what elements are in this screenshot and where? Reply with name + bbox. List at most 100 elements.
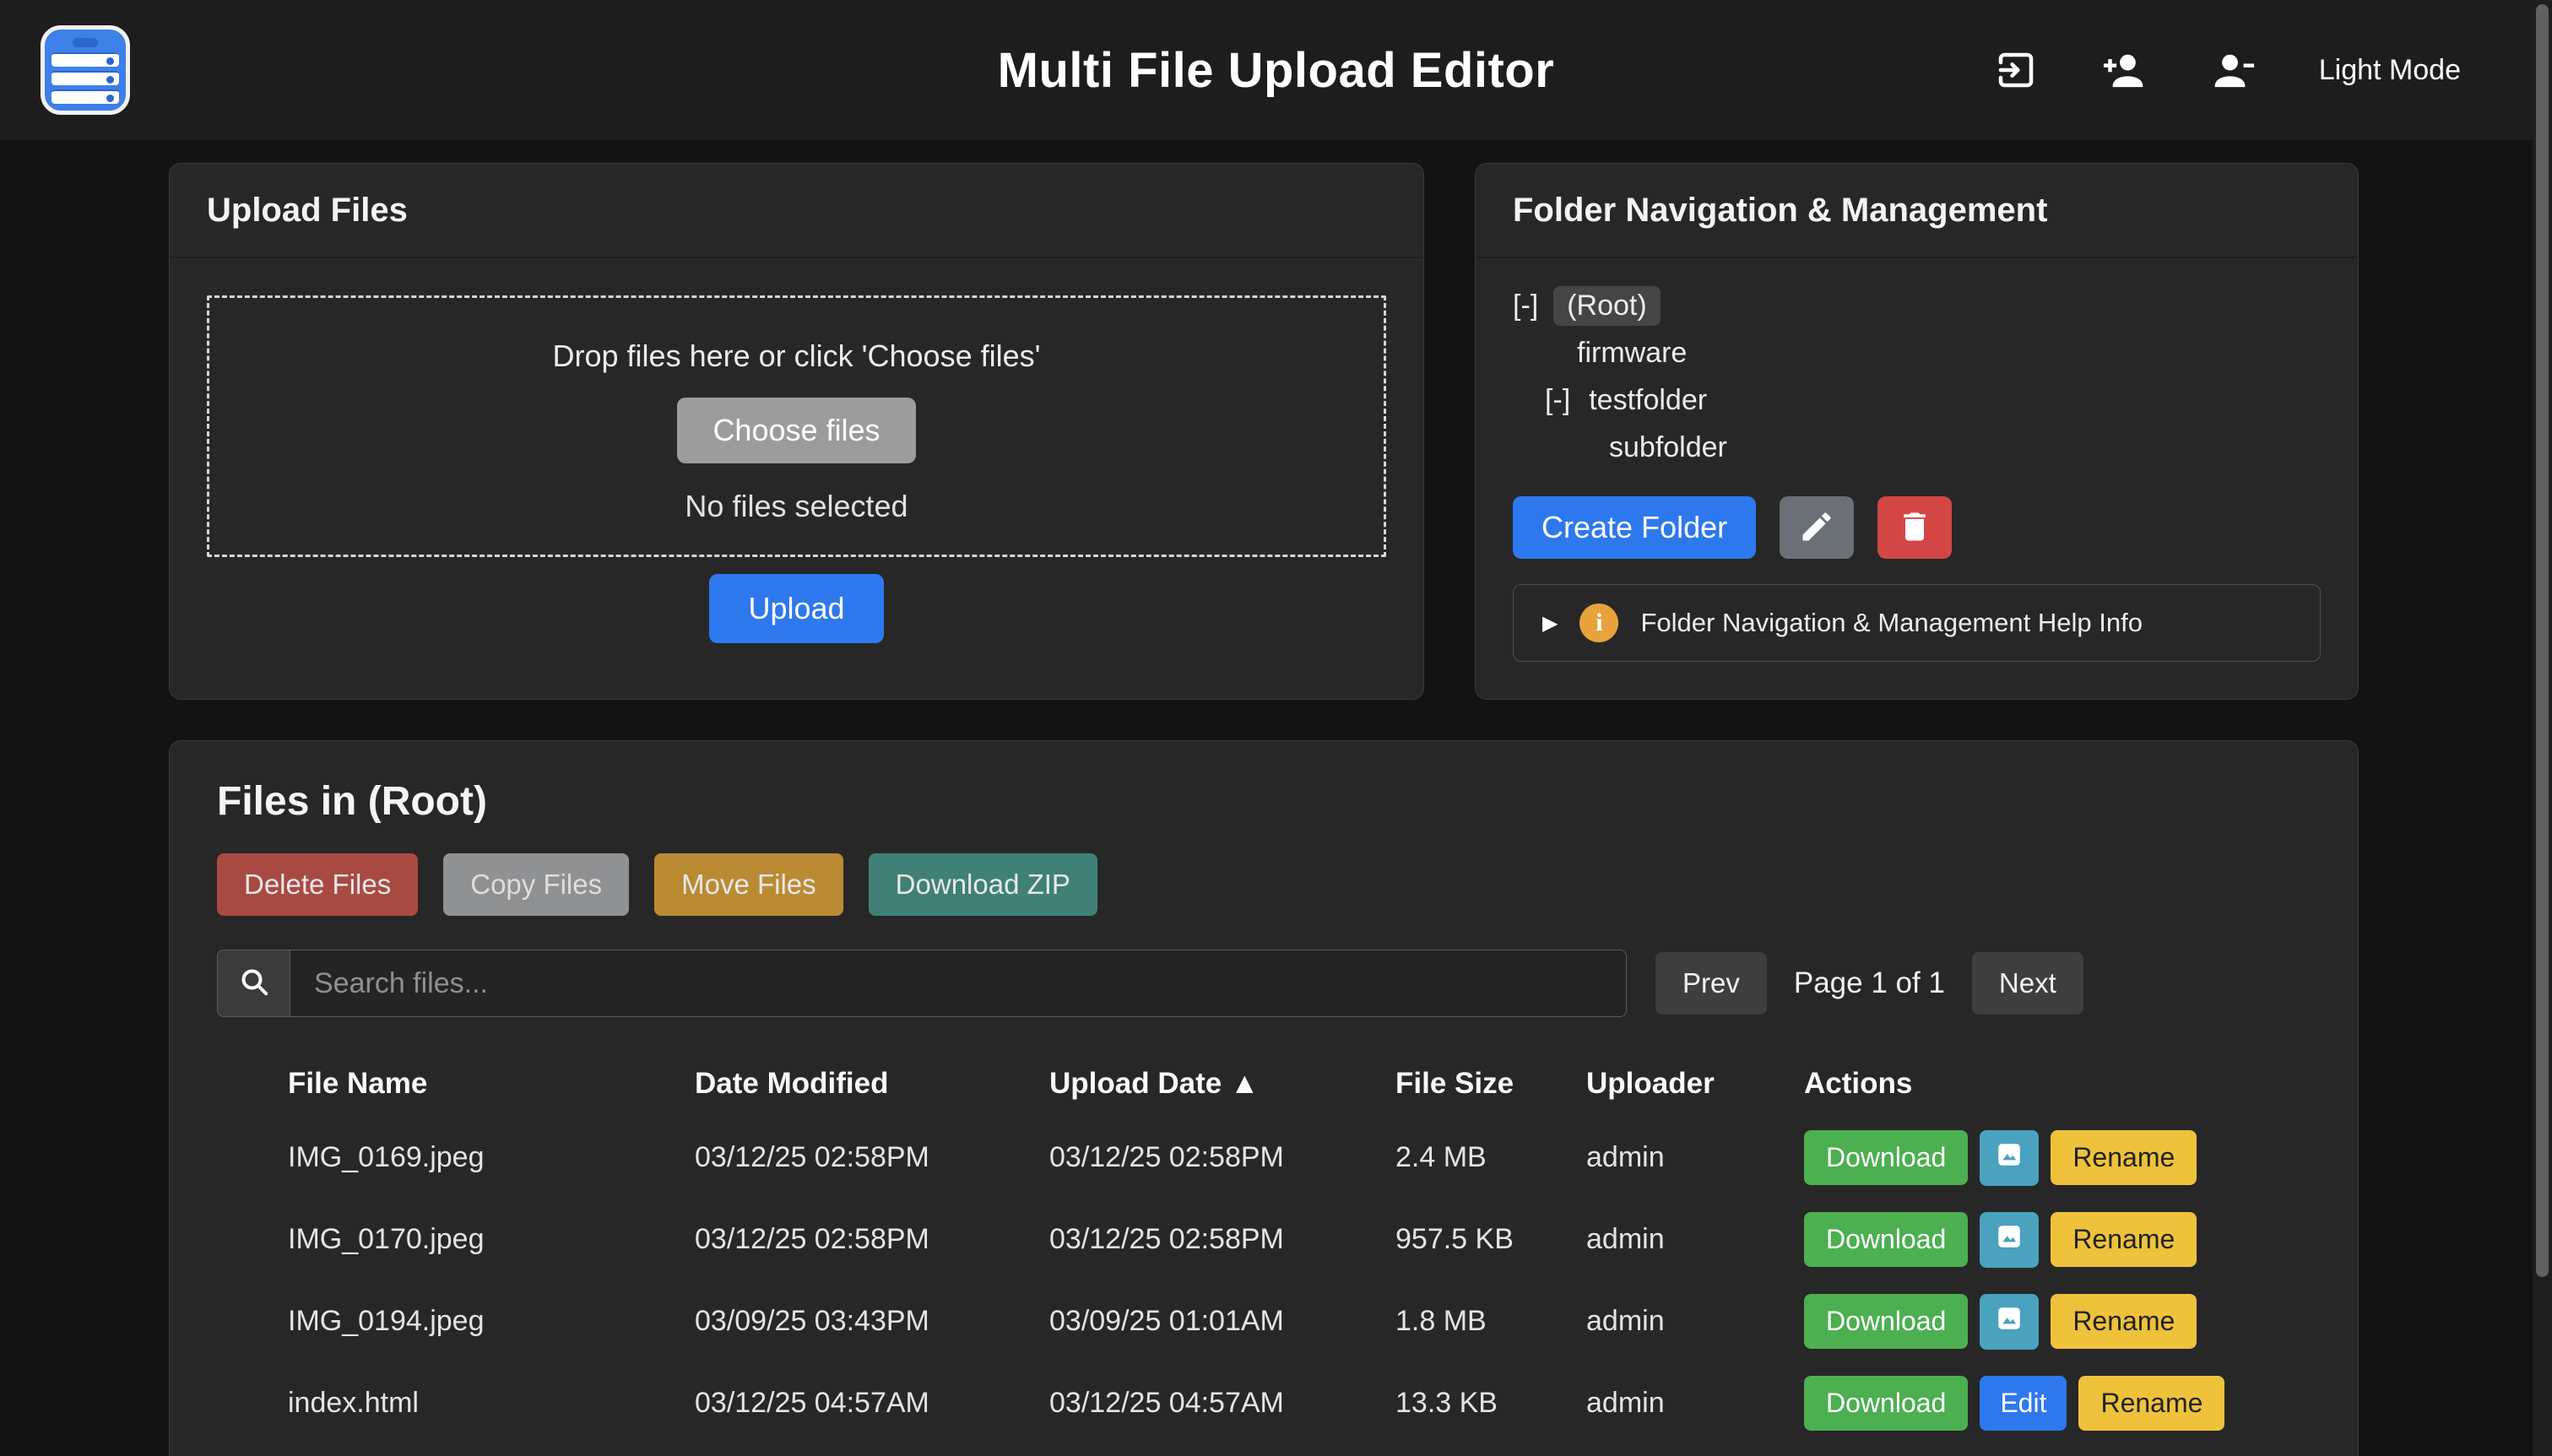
- upload-date-cell: 03/12/25 02:58PM: [1049, 1223, 1395, 1256]
- col-upload-date[interactable]: Upload Date ▲: [1049, 1067, 1395, 1101]
- search-input[interactable]: [290, 950, 1627, 1017]
- upload-files-panel: Upload Files Drop files here or click 'C…: [169, 163, 1424, 700]
- file-name-cell: IMG_0169.jpeg: [288, 1141, 695, 1174]
- pencil-icon: [1798, 508, 1835, 548]
- copy-files-button[interactable]: Copy Files: [443, 853, 629, 916]
- files-table: File Name Date Modified Upload Date ▲ Fi…: [217, 1051, 2311, 1444]
- download-button[interactable]: Download: [1804, 1212, 1968, 1267]
- date-modified-cell: 03/09/25 03:43PM: [695, 1305, 1049, 1338]
- folder-name[interactable]: firmware: [1574, 333, 1690, 373]
- preview-button[interactable]: [1980, 1130, 2039, 1186]
- rename-button[interactable]: Rename: [2051, 1130, 2197, 1185]
- search-button[interactable]: [217, 950, 290, 1017]
- download-button[interactable]: Download: [1804, 1294, 1968, 1349]
- login-button[interactable]: [1993, 47, 2039, 93]
- info-icon: i: [1579, 604, 1618, 642]
- files-panel: Files in (Root) Delete Files Copy Files …: [169, 740, 2359, 1456]
- files-panel-title: Files in (Root): [217, 778, 2311, 825]
- move-files-button[interactable]: Move Files: [654, 853, 843, 916]
- date-modified-cell: 03/12/25 02:58PM: [695, 1223, 1049, 1256]
- file-size-cell: 13.3 KB: [1395, 1387, 1586, 1420]
- remove-user-button[interactable]: [2209, 47, 2258, 93]
- upload-date-cell: 03/09/25 01:01AM: [1049, 1305, 1395, 1338]
- page-scrollbar[interactable]: [2533, 0, 2552, 1456]
- upload-button[interactable]: Upload: [709, 574, 883, 643]
- top-bar: Multi File Upload Editor: [0, 0, 2552, 140]
- date-modified-cell: 03/12/25 02:58PM: [695, 1141, 1049, 1174]
- col-file-name[interactable]: File Name: [288, 1067, 695, 1101]
- trash-icon: [1896, 508, 1933, 548]
- folder-navigation-panel: Folder Navigation & Management [-] (Root…: [1475, 163, 2359, 700]
- table-row: IMG_0170.jpeg 03/12/25 02:58PM 03/12/25 …: [217, 1199, 2311, 1280]
- edit-button[interactable]: Edit: [1980, 1376, 2067, 1431]
- download-zip-button[interactable]: Download ZIP: [869, 853, 1097, 916]
- table-row: index.html 03/12/25 04:57AM 03/12/25 04:…: [217, 1362, 2311, 1444]
- rename-button[interactable]: Rename: [2078, 1376, 2224, 1431]
- next-page-button[interactable]: Next: [1972, 952, 2083, 1015]
- file-size-cell: 957.5 KB: [1395, 1223, 1586, 1256]
- files-table-body: IMG_0169.jpeg 03/12/25 02:58PM 03/12/25 …: [217, 1117, 2311, 1444]
- files-table-header: File Name Date Modified Upload Date ▲ Fi…: [217, 1051, 2311, 1117]
- remove-user-icon: [2209, 47, 2258, 93]
- no-files-selected-text: No files selected: [209, 489, 1384, 524]
- caret-right-icon[interactable]: ▶: [1542, 611, 1558, 636]
- folder-name[interactable]: testfolder: [1585, 381, 1710, 420]
- tree-toggle[interactable]: [-]: [1545, 384, 1570, 417]
- col-uploader[interactable]: Uploader: [1586, 1067, 1804, 1101]
- scrollbar-thumb[interactable]: [2536, 4, 2549, 1277]
- col-actions: Actions: [1804, 1067, 2311, 1101]
- rename-button[interactable]: Rename: [2051, 1294, 2197, 1349]
- upload-date-cell: 03/12/25 04:57AM: [1049, 1387, 1395, 1420]
- folder-tree-item[interactable]: subfolder: [1513, 424, 2321, 471]
- table-row: IMG_0169.jpeg 03/12/25 02:58PM 03/12/25 …: [217, 1117, 2311, 1199]
- image-icon: [1995, 1304, 2024, 1340]
- file-size-cell: 2.4 MB: [1395, 1141, 1586, 1174]
- preview-button[interactable]: [1980, 1294, 2039, 1350]
- folder-tree-item[interactable]: [-] testfolder: [1513, 376, 2321, 424]
- search-icon: [237, 965, 271, 1003]
- upload-panel-title: Upload Files: [170, 164, 1423, 258]
- folder-name[interactable]: subfolder: [1606, 428, 1731, 468]
- add-user-icon: [2100, 47, 2148, 93]
- image-icon: [1995, 1140, 2024, 1176]
- folder-tree-item[interactable]: firmware: [1513, 329, 2321, 376]
- folder-help-label: Folder Navigation & Management Help Info: [1640, 608, 2143, 638]
- col-file-size[interactable]: File Size: [1395, 1067, 1586, 1101]
- uploader-cell: admin: [1586, 1141, 1804, 1174]
- folder-name[interactable]: (Root): [1553, 286, 1660, 326]
- preview-button[interactable]: [1980, 1212, 2039, 1268]
- folder-panel-title: Folder Navigation & Management: [1476, 164, 2358, 258]
- image-icon: [1995, 1222, 2024, 1258]
- upload-date-cell: 03/12/25 02:58PM: [1049, 1141, 1395, 1174]
- folder-tree: [-] (Root) firmware [-] testfolder subfo…: [1513, 282, 2321, 471]
- rename-button[interactable]: Rename: [2051, 1212, 2197, 1267]
- create-folder-button[interactable]: Create Folder: [1513, 496, 1756, 559]
- folder-tree-item[interactable]: [-] (Root): [1513, 282, 2321, 329]
- light-mode-toggle[interactable]: Light Mode: [2319, 54, 2461, 87]
- file-dropzone[interactable]: Drop files here or click 'Choose files' …: [207, 295, 1386, 557]
- download-button[interactable]: Download: [1804, 1130, 1968, 1185]
- sort-ascending-icon: ▲: [1230, 1067, 1260, 1100]
- login-icon: [1993, 47, 2039, 93]
- file-size-cell: 1.8 MB: [1395, 1305, 1586, 1338]
- file-name-cell: IMG_0194.jpeg: [288, 1305, 695, 1338]
- folder-help-expander[interactable]: ▶ i Folder Navigation & Management Help …: [1513, 584, 2321, 662]
- table-row: IMG_0194.jpeg 03/09/25 03:43PM 03/09/25 …: [217, 1280, 2311, 1362]
- delete-files-button[interactable]: Delete Files: [217, 853, 418, 916]
- file-name-cell: index.html: [288, 1387, 695, 1420]
- file-name-cell: IMG_0170.jpeg: [288, 1223, 695, 1256]
- uploader-cell: admin: [1586, 1223, 1804, 1256]
- date-modified-cell: 03/12/25 04:57AM: [695, 1387, 1049, 1420]
- uploader-cell: admin: [1586, 1387, 1804, 1420]
- main-content: Upload Files Drop files here or click 'C…: [169, 163, 2359, 1456]
- add-user-button[interactable]: [2100, 47, 2148, 93]
- dropzone-hint: Drop files here or click 'Choose files': [209, 338, 1384, 374]
- rename-folder-button[interactable]: [1780, 496, 1854, 559]
- tree-toggle[interactable]: [-]: [1513, 290, 1538, 322]
- prev-page-button[interactable]: Prev: [1655, 952, 1767, 1015]
- download-button[interactable]: Download: [1804, 1376, 1968, 1431]
- delete-folder-button[interactable]: [1877, 496, 1952, 559]
- choose-files-button[interactable]: Choose files: [677, 398, 915, 463]
- page-indicator: Page 1 of 1: [1794, 966, 1945, 1000]
- col-date-modified[interactable]: Date Modified: [695, 1067, 1049, 1101]
